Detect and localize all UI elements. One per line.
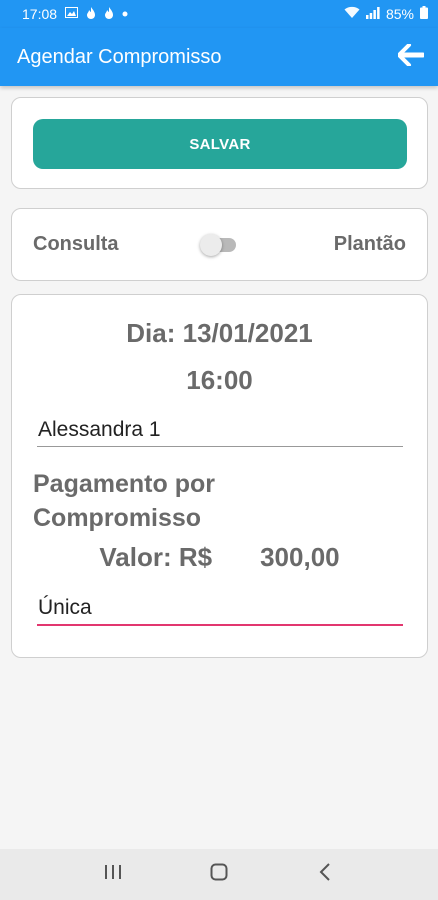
recent-apps-icon — [104, 864, 122, 885]
frequency-field[interactable]: Única — [37, 592, 403, 626]
gallery-notification-icon — [65, 7, 79, 21]
home-icon — [210, 863, 228, 886]
signal-icon — [365, 6, 380, 22]
flame-notification-icon — [86, 6, 96, 22]
battery-icon — [420, 6, 428, 22]
arrow-left-icon — [397, 42, 426, 71]
consulta-label: Consulta — [33, 233, 119, 255]
more-notifications-dot-icon — [122, 9, 128, 20]
system-back-button[interactable] — [305, 855, 345, 895]
flame-notification-icon-2 — [104, 6, 114, 22]
save-button[interactable]: SALVAR — [33, 119, 407, 169]
payment-title: Pagamento por Compromisso — [33, 470, 215, 532]
page-title: Agendar Compromisso — [17, 45, 222, 68]
valor-row: Valor: R$ 300,00 — [12, 542, 427, 573]
appointment-details-card: Dia: 13/01/2021 16:00 Alessandra 1 Pagam… — [11, 294, 428, 658]
recent-apps-button[interactable] — [93, 855, 133, 895]
switch-thumb — [199, 233, 222, 256]
frequency-value: Única — [38, 596, 92, 619]
chevron-left-icon — [319, 863, 331, 886]
battery-percent: 85% — [385, 6, 414, 22]
valor-amount: 300,00 — [260, 542, 340, 572]
patient-name-field[interactable]: Alessandra 1 — [37, 413, 403, 447]
wifi-icon — [344, 6, 360, 22]
patient-name-value: Alessandra 1 — [38, 418, 161, 441]
date-text: Dia: 13/01/2021 — [126, 318, 313, 348]
home-button[interactable] — [199, 855, 239, 895]
plantao-label: Plantão — [333, 233, 406, 255]
app-bar: Agendar Compromisso — [0, 28, 438, 86]
type-switch[interactable] — [199, 233, 240, 257]
save-card: SALVAR — [11, 97, 428, 189]
back-button[interactable] — [394, 40, 428, 74]
valor-label: Valor: R$ — [99, 542, 213, 572]
status-bar: 17:08 85% — [0, 0, 438, 28]
appointment-type-card: Consulta Plantão — [11, 208, 428, 281]
status-time: 17:08 — [22, 6, 58, 22]
time-text: 16:00 — [186, 365, 253, 395]
system-nav-bar — [0, 849, 438, 900]
